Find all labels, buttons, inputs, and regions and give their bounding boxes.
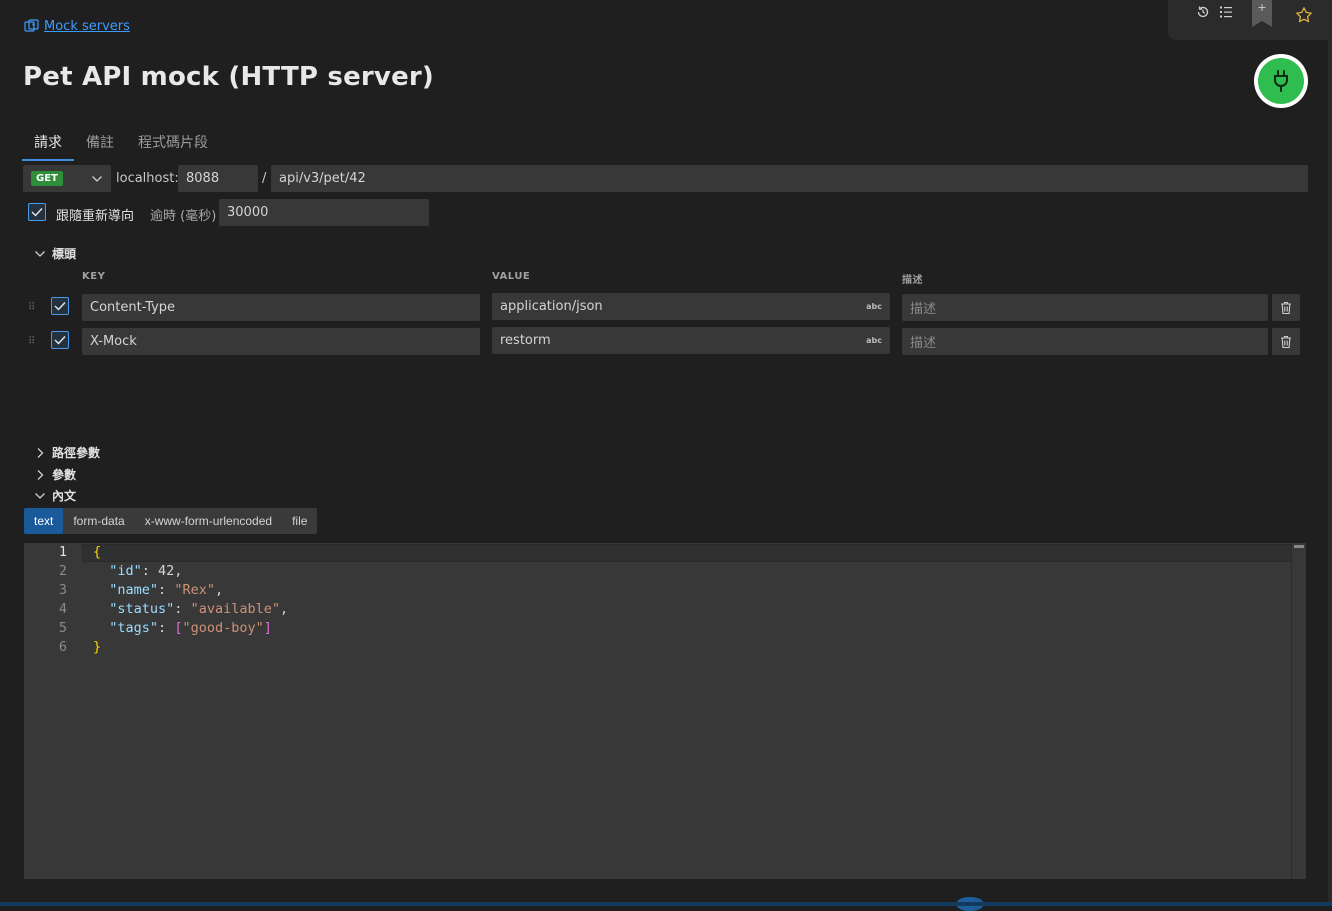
headers-section-toggle[interactable]: 標頭 [34,245,76,262]
header-value-input[interactable]: restorm abc [492,327,890,354]
headers-section-title: 標頭 [52,247,77,261]
line-number: 6 [58,639,67,655]
drag-handle-icon[interactable]: ⠿ [28,302,35,313]
request-tabs: 請求 備註 程式碼片段 [22,128,220,161]
trash-icon [1280,335,1292,349]
type-badge: abc [866,302,882,311]
trash-icon [1280,301,1292,315]
chevron-down-icon [91,175,103,183]
header-description-input[interactable]: 描述 [902,294,1268,321]
body-code-editor[interactable]: 1 { 2 "id": 42, 3 "name": "Rex", 4 "stat… [24,543,1306,879]
breadcrumb: Mock servers [24,17,130,35]
code-line: 6 } [24,638,1306,657]
header-value-text: application/json [500,299,603,314]
chevron-down-icon [34,492,46,500]
path-params-section-title: 路徑參數 [52,446,101,460]
type-badge: abc [866,336,882,345]
tab-code-snippet[interactable]: 程式碼片段 [126,128,220,161]
body-type-tabs: text form-data x-www-form-urlencoded fil… [24,508,318,534]
column-header-key: KEY [82,271,106,282]
line-number: 2 [58,563,67,579]
check-icon [54,301,66,311]
path-params-section-toggle[interactable]: 路徑參數 [34,444,100,461]
delete-header-button[interactable] [1272,328,1300,355]
timeout-label: 逾時 (毫秒) [150,209,217,224]
method-badge: GET [31,171,63,186]
line-number: 3 [58,582,67,598]
window-edge [1328,0,1332,906]
code-line-text: "id": 42, [109,563,183,579]
header-value-text: restorm [500,333,551,348]
follow-redirects-checkbox[interactable] [28,203,46,221]
follow-redirects-label: 跟隨重新導向 [56,209,135,224]
method-select[interactable]: GET [23,165,111,192]
top-toolbar: + [1168,0,1332,40]
tab-request[interactable]: 請求 [22,128,74,161]
line-number: 4 [58,601,67,617]
chevron-down-icon [34,250,46,258]
timeout-input[interactable]: 30000 [219,199,429,226]
code-line: 1 { [24,543,1306,562]
svg-text:+: + [1257,1,1266,14]
body-tab-form-data[interactable]: form-data [63,508,134,534]
editor-scrollbar[interactable] [1291,543,1306,879]
body-section-title: 內文 [52,489,77,503]
bookmark-add-icon[interactable]: + [1252,0,1272,28]
body-tab-text[interactable]: text [24,508,64,534]
code-line-text: } [93,639,102,655]
connect-button[interactable] [1254,54,1308,108]
history-icon[interactable] [1196,5,1210,19]
params-section-title: 參數 [52,468,77,482]
code-line: 5 "tags": ["good-boy"] [24,619,1306,638]
header-key-input[interactable]: X-Mock [82,328,480,355]
plug-icon [1271,69,1291,93]
body-section-toggle[interactable]: 內文 [34,487,76,504]
code-line-text: "tags": ["good-boy"] [109,620,272,636]
mock-server-icon [24,19,40,33]
chevron-right-icon [34,447,46,459]
port-input[interactable]: 8088 [178,165,258,192]
description-placeholder: 描述 [910,336,937,351]
code-line-text: "name": "Rex", [109,582,224,598]
host-label: localhost: [116,171,179,186]
body-tab-urlencoded[interactable]: x-www-form-urlencoded [135,508,282,534]
check-icon [54,335,66,345]
header-value-input[interactable]: application/json abc [492,293,890,320]
breadcrumb-link-mock-servers[interactable]: Mock servers [44,19,130,34]
params-section-toggle[interactable]: 參數 [34,466,76,483]
body-tab-file[interactable]: file [282,508,317,534]
header-description-input[interactable]: 描述 [902,328,1268,355]
header-key-input[interactable]: Content-Type [82,294,480,321]
check-icon [31,207,43,217]
code-line: 4 "status": "available", [24,600,1306,619]
delete-header-button[interactable] [1272,294,1300,321]
description-placeholder: 描述 [910,302,937,317]
star-icon[interactable] [1295,6,1313,24]
code-line-text: { [93,544,102,560]
page-title: Pet API mock (HTTP server) [23,62,435,92]
header-enabled-checkbox[interactable] [51,297,69,315]
column-header-value: VALUE [492,271,531,282]
status-strip [0,902,1332,906]
header-enabled-checkbox[interactable] [51,331,69,349]
chevron-right-icon [34,469,46,481]
code-line: 2 "id": 42, [24,562,1306,581]
column-header-description: 描述 [902,275,923,286]
tab-notes[interactable]: 備註 [74,128,126,161]
path-separator: / [262,171,267,186]
line-number: 1 [58,544,67,560]
drag-handle-icon[interactable]: ⠿ [28,336,35,347]
path-input[interactable]: api/v3/pet/42 [271,165,1308,192]
code-line-text: "status": "available", [109,601,289,617]
list-icon[interactable] [1219,5,1233,19]
line-number: 5 [58,620,67,636]
code-line: 3 "name": "Rex", [24,581,1306,600]
